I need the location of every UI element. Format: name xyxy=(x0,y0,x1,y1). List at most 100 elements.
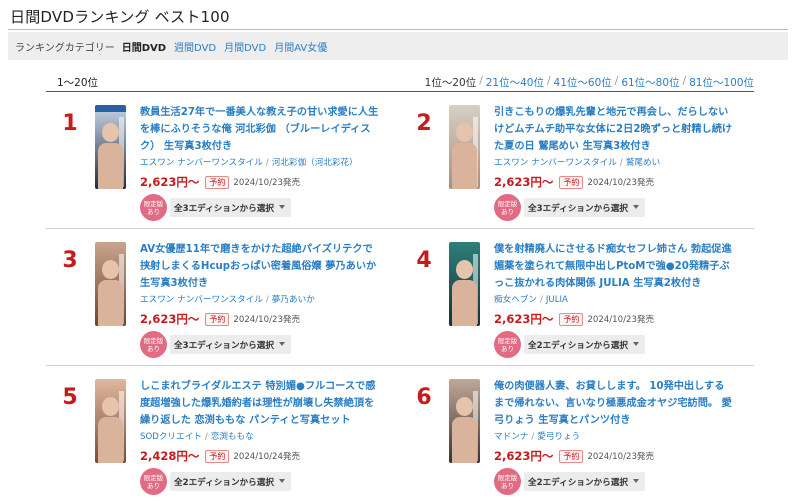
cover-figure-head xyxy=(102,397,119,416)
current-range-label: 1〜20位 xyxy=(57,77,99,89)
actress-link[interactable]: 河北彩伽（河北彩花） xyxy=(272,158,358,168)
price: 2,623円〜 xyxy=(494,175,554,189)
product-card: 4 僕を射精廃人にさせるド痴女セフレ姉さん 勃起促進媚薬を塗られて無限中出しPt… xyxy=(400,229,754,365)
bluray-banner xyxy=(95,105,126,112)
product-title-link[interactable]: 教員生活27年で一番美人な教え子の甘い求愛に人生を棒にふりそうな俺 河北彩伽 （… xyxy=(140,104,380,155)
maker-line: エスワン ナンバーワンスタイル / 鷲尾めい xyxy=(494,156,744,168)
edition-select-button[interactable]: 全2エディションから選択 xyxy=(524,335,645,354)
rank-number: 2 xyxy=(416,111,432,136)
maker-line: マドンナ / 愛弓りょう xyxy=(494,430,744,442)
maker-link[interactable]: 痴女ヘブン xyxy=(494,295,537,305)
price: 2,428円〜 xyxy=(140,449,200,463)
maker-line: エスワン ナンバーワンスタイル / 夢乃あいか xyxy=(140,293,390,305)
release-date: 2024/10/23発売 xyxy=(587,315,655,325)
price-line: 2,623円〜 予約 2024/10/23発売 xyxy=(494,174,654,190)
price-line: 2,428円〜 予約 2024/10/24発売 xyxy=(140,448,300,464)
pager-page-4[interactable]: 61位〜80位 xyxy=(621,75,679,90)
product-card: 1 教員生活27年で一番美人な教え子の甘い求愛に人生を棒にふりそうな俺 河北彩伽… xyxy=(46,92,400,228)
maker-link[interactable]: マドンナ xyxy=(494,432,528,442)
edition-row: 限定版 あり 全3エディションから選択 xyxy=(140,194,291,221)
pager-page-1[interactable]: 1位〜20位 xyxy=(425,75,477,90)
pager-page-2[interactable]: 21位〜40位 xyxy=(486,75,544,90)
pager-page-3[interactable]: 41位〜60位 xyxy=(554,75,612,90)
product-thumbnail[interactable] xyxy=(449,379,480,463)
pager-separator: / xyxy=(546,75,551,87)
product-title-link[interactable]: AV女優歴11年で磨きをかけた超絶パイズリテクで挟射しまくるHcupおっぱい密着… xyxy=(140,241,380,292)
chevron-down-icon xyxy=(279,205,285,209)
release-date: 2024/10/23発売 xyxy=(233,315,301,325)
actress-link[interactable]: 恋渕ももな xyxy=(211,432,254,442)
cover-figure-body xyxy=(98,417,123,463)
limited-badge-text: 限定版 あり xyxy=(143,336,164,353)
actress-link[interactable]: 鷲尾めい xyxy=(626,158,660,168)
preorder-badge: 予約 xyxy=(559,449,584,463)
category-bar: ランキングカテゴリー 日間DVD 週間DVD 月間DVD 月間AV女優 xyxy=(8,32,788,60)
maker-link[interactable]: エスワン ナンバーワンスタイル xyxy=(140,158,263,168)
actress-link[interactable]: JULIA xyxy=(546,295,568,305)
edition-select-button[interactable]: 全2エディションから選択 xyxy=(524,472,645,491)
release-date: 2024/10/23発売 xyxy=(587,452,655,462)
product-title-link[interactable]: しこまれブライダルエステ 特別媚●フルコースで感度超増強した爆乳婚約者は理性が崩… xyxy=(140,378,380,429)
cover-figure-head xyxy=(456,260,473,279)
limited-edition-badge: 限定版 あり xyxy=(140,468,167,495)
category-monthly-actress[interactable]: 月間AV女優 xyxy=(274,39,327,54)
limited-edition-badge: 限定版 あり xyxy=(494,331,521,358)
edition-row: 限定版 あり 全2エディションから選択 xyxy=(140,468,291,495)
price-line: 2,623円〜 予約 2024/10/23発売 xyxy=(140,311,300,327)
preorder-badge: 予約 xyxy=(205,312,230,326)
maker-link[interactable]: エスワン ナンバーワンスタイル xyxy=(140,295,263,305)
category-monthly-dvd[interactable]: 月間DVD xyxy=(224,39,266,54)
title-divider xyxy=(8,29,788,30)
product-thumbnail[interactable] xyxy=(95,242,126,326)
product-title-link[interactable]: 僕を射精廃人にさせるド痴女セフレ姉さん 勃起促進媚薬を塗られて無限中出しPtoM… xyxy=(494,241,734,292)
product-title-link[interactable]: 引きこもりの爆乳先輩と地元で再会し、だらしないけどムチムチ助平な女体に2日2晩ず… xyxy=(494,104,734,155)
product-card: 2 引きこもりの爆乳先輩と地元で再会し、だらしないけどムチムチ助平な女体に2日2… xyxy=(400,92,754,228)
maker-line: 痴女ヘブン / JULIA xyxy=(494,293,744,305)
cover-figure-head xyxy=(102,260,119,279)
category-daily-dvd[interactable]: 日間DVD xyxy=(122,39,166,54)
price-line: 2,623円〜 予約 2024/10/23発売 xyxy=(494,311,654,327)
product-thumbnail[interactable] xyxy=(95,379,126,463)
ranking-row: 1 教員生活27年で一番美人な教え子の甘い求愛に人生を棒にふりそうな俺 河北彩伽… xyxy=(46,92,754,229)
preorder-badge: 予約 xyxy=(559,312,584,326)
edition-select-label: 全2エディションから選択 xyxy=(528,477,628,488)
limited-edition-badge: 限定版 あり xyxy=(494,468,521,495)
edition-select-label: 全2エディションから選択 xyxy=(528,340,628,351)
limited-edition-badge: 限定版 あり xyxy=(494,194,521,221)
rank-number: 6 xyxy=(416,385,432,410)
maker-separator: / xyxy=(265,158,269,168)
actress-link[interactable]: 愛弓りょう xyxy=(537,432,580,442)
maker-link[interactable]: SODクリエイト xyxy=(140,432,202,442)
price: 2,623円〜 xyxy=(494,449,554,463)
ranking-row: 3 AV女優歴11年で磨きをかけた超絶パイズリテクで挟射しまくるHcupおっぱい… xyxy=(46,229,754,366)
edition-select-label: 全2エディションから選択 xyxy=(174,477,274,488)
edition-select-button[interactable]: 全3エディションから選択 xyxy=(524,198,645,217)
ranking-grid: 1 教員生活27年で一番美人な教え子の甘い求愛に人生を棒にふりそうな俺 河北彩伽… xyxy=(46,92,754,501)
edition-select-button[interactable]: 全3エディションから選択 xyxy=(170,335,291,354)
limited-badge-text: 限定版 あり xyxy=(497,473,518,490)
edition-select-button[interactable]: 全3エディションから選択 xyxy=(170,198,291,217)
product-thumbnail[interactable] xyxy=(449,242,480,326)
cover-figure-body xyxy=(452,417,477,463)
product-thumbnail[interactable] xyxy=(449,105,480,189)
cover-figure-body xyxy=(452,280,477,326)
product-thumbnail[interactable] xyxy=(95,105,126,189)
actress-link[interactable]: 夢乃あいか xyxy=(272,295,315,305)
maker-link[interactable]: エスワン ナンバーワンスタイル xyxy=(494,158,617,168)
rank-number: 4 xyxy=(416,248,432,273)
cover-figure-body xyxy=(452,143,477,189)
rank-number: 3 xyxy=(62,248,78,273)
limited-badge-text: 限定版 あり xyxy=(143,199,164,216)
limited-badge-text: 限定版 あり xyxy=(497,336,518,353)
price: 2,623円〜 xyxy=(140,175,200,189)
chevron-down-icon xyxy=(279,342,285,346)
edition-select-button[interactable]: 全2エディションから選択 xyxy=(170,472,291,491)
category-weekly-dvd[interactable]: 週間DVD xyxy=(174,39,216,54)
chevron-down-icon xyxy=(633,342,639,346)
edition-row: 限定版 あり 全3エディションから選択 xyxy=(140,331,291,358)
pager-page-5[interactable]: 81位〜100位 xyxy=(689,75,754,90)
product-title-link[interactable]: 俺の肉便器人妻、お貸しします。 10発中出しするまで帰れない、言いなり極悪成金オ… xyxy=(494,378,734,429)
maker-separator: / xyxy=(539,295,543,305)
pager-separator: / xyxy=(614,75,619,87)
maker-separator: / xyxy=(619,158,623,168)
